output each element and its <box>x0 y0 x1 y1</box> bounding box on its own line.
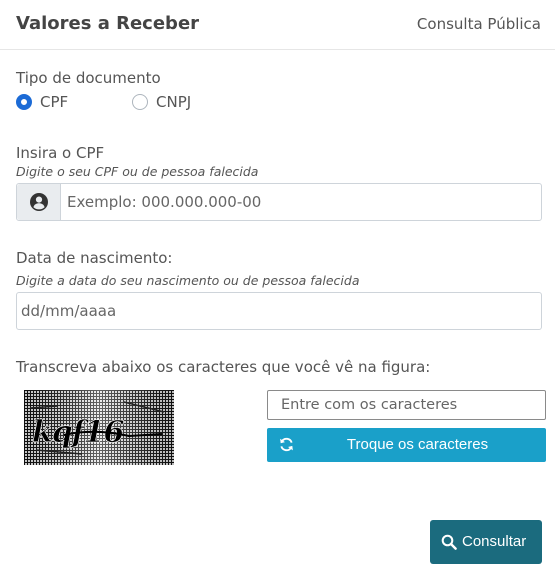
birth-date-input[interactable] <box>16 292 542 330</box>
cpf-input[interactable] <box>61 184 541 220</box>
document-type-radio-group: CPF CNPJ <box>16 93 316 111</box>
document-type-label: Tipo de documento <box>16 69 161 87</box>
page-title: Valores a Receber <box>16 13 200 34</box>
consultar-button[interactable]: Consultar <box>430 520 542 564</box>
refresh-captcha-label: Troque os caracteres <box>346 436 489 453</box>
page-header: Valores a Receber Consulta Pública <box>0 0 555 50</box>
birth-date-hint: Digite a data do seu nascimento ou de pe… <box>16 273 360 288</box>
consulta-publica-link[interactable]: Consulta Pública <box>417 15 541 33</box>
cpf-label: Insira o CPF <box>16 144 105 162</box>
cpf-hint: Digite o seu CPF ou de pessoa falecida <box>16 164 259 179</box>
captcha-input[interactable] <box>267 390 546 420</box>
captcha-label: Transcreva abaixo os caracteres que você… <box>16 358 431 376</box>
radio-cnpj-indicator[interactable] <box>132 94 148 110</box>
captcha-image: kqf16 <box>24 390 174 465</box>
radio-cpf-indicator[interactable] <box>16 94 32 110</box>
cpf-input-group <box>16 183 542 221</box>
birth-date-label: Data de nascimento: <box>16 249 173 267</box>
radio-cnpj-label: CNPJ <box>156 93 192 111</box>
consultar-label: Consultar <box>462 533 527 550</box>
refresh-captcha-button[interactable]: Troque os caracteres <box>267 428 546 462</box>
user-circle-icon <box>30 193 48 211</box>
search-icon <box>441 534 457 550</box>
cpf-input-addon <box>17 184 61 220</box>
radio-cpf-label: CPF <box>40 93 69 111</box>
